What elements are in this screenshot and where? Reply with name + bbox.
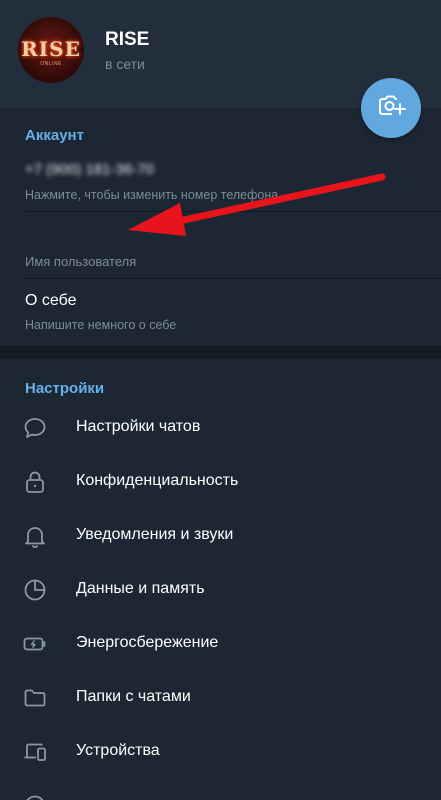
globe-icon [22, 793, 48, 800]
settings-item-privacy[interactable]: Конфиденциальность [0, 455, 441, 509]
settings-item-data-storage[interactable]: Данные и память [0, 563, 441, 617]
settings-item-devices[interactable]: Устройства [0, 725, 441, 779]
account-section-title: Аккаунт [25, 127, 84, 144]
battery-icon [22, 631, 48, 657]
profile-status: в сети [105, 56, 145, 72]
settings-item-label: Папки с чатами [76, 688, 191, 705]
lock-icon [22, 469, 48, 495]
camera-add-icon [376, 91, 406, 126]
settings-item-chats[interactable]: Настройки чатов [0, 401, 441, 455]
avatar-logo-subtext: ONLINE [40, 61, 62, 67]
chat-bubble-icon [22, 415, 48, 441]
set-photo-button[interactable] [361, 78, 421, 138]
section-separator [0, 346, 441, 359]
bio-row[interactable] [0, 279, 441, 345]
settings-item-power-saving[interactable]: Энергосбережение [0, 617, 441, 671]
settings-item-label: Конфиденциальность [76, 472, 239, 489]
phone-hint: Нажмите, чтобы изменить номер телефона [25, 188, 279, 202]
settings-item-chat-folders[interactable]: Папки с чатами [0, 671, 441, 725]
bio-title: О себе [25, 292, 77, 309]
pie-chart-icon [22, 577, 48, 603]
avatar[interactable]: RISE ONLINE [18, 17, 84, 83]
bell-icon [22, 523, 48, 549]
settings-item-notifications[interactable]: Уведомления и звуки [0, 509, 441, 563]
settings-item-label: Уведомления и звуки [76, 526, 234, 543]
settings-item-label: Энергосбережение [76, 634, 219, 651]
phone-number: +7 (900) 181-36-70 [25, 161, 154, 178]
folder-icon [22, 685, 48, 711]
settings-item-label: Данные и память [76, 580, 205, 597]
settings-item-label: Устройства [76, 742, 160, 759]
settings-section-title: Настройки [25, 380, 105, 397]
bio-hint: Напишите немного о себе [25, 318, 177, 332]
settings-item-label: Настройки чатов [76, 418, 201, 435]
username-label: Имя пользователя [25, 254, 137, 269]
avatar-logo-text: RISE [21, 37, 81, 61]
settings-item-partial[interactable] [0, 779, 441, 800]
profile-name: RISE [105, 29, 150, 50]
devices-icon [22, 739, 48, 765]
